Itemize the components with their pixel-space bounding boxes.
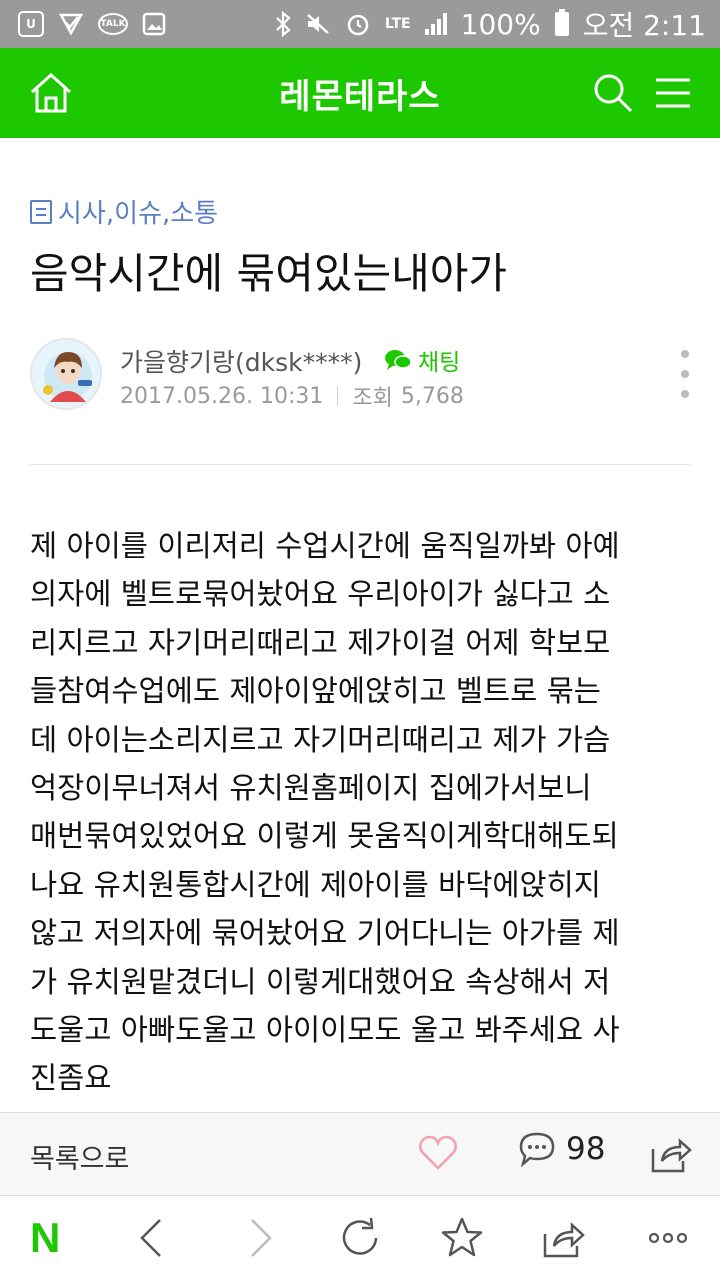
heart-icon[interactable] (418, 1135, 458, 1171)
system-status: LTE 100% 오전 2:11 (275, 4, 706, 44)
author-name[interactable]: 가을향기랑(dksk****) (120, 343, 362, 379)
body-line: 의자에 벨트로묶어놨어요 우리아이가 싫다고 소 (30, 577, 611, 612)
mute-icon (307, 14, 329, 34)
share-icon[interactable] (650, 1133, 692, 1175)
body-line: 가 유치원맡겼더니 이렇게대했어요 속상해서 저 (30, 964, 611, 999)
avatar[interactable] (30, 338, 102, 410)
body-line: 매번묶여있었어요 이렇게 못움직이게학대해도되 (30, 819, 619, 854)
header-divider (30, 464, 690, 465)
bluetooth-icon (276, 11, 291, 37)
meta-divider (337, 387, 339, 405)
post-meta: 2017.05.26. 10:31 조회 5,768 (120, 380, 464, 412)
more-options-icon[interactable] (676, 350, 694, 398)
board-icon (30, 199, 52, 224)
views-label: 조회 (352, 386, 393, 411)
comment-icon (519, 1132, 555, 1167)
chat-label: 채팅 (418, 350, 461, 376)
post-body: 제 아이를 이리저리 수업시간에 움직일까봐 아예 의자에 벨트로묶어놨어요 우… (30, 522, 690, 1103)
body-line: 나요 유치원통합시간에 제아이를 바닥에앉히지 (30, 867, 601, 902)
refresh-icon[interactable] (338, 1216, 382, 1260)
category-link[interactable]: 시사,이슈,소통 (30, 193, 218, 230)
home-icon[interactable] (28, 70, 74, 116)
body-line: 들참여수업에도 제아이앞에앉히고 벨트로 묶는 (30, 674, 601, 709)
bookmark-star-icon[interactable] (440, 1216, 484, 1260)
kakaotalk-icon: TALK (98, 13, 128, 35)
notification-icons: U TALK (18, 11, 166, 37)
status-bar: U TALK LTE 100% 오전 2:11 (0, 0, 720, 48)
body-line: 억장이무너져서 유치원홈페이지 집에가서보니 (30, 771, 592, 806)
search-icon[interactable] (592, 72, 634, 114)
clock: 오전 2:11 (582, 9, 706, 42)
body-line: 진좀요 (30, 1061, 112, 1096)
battery-percent: 100% (460, 7, 541, 41)
app-header: 레몬테라스 (0, 48, 720, 138)
naver-home-icon[interactable]: N (30, 1216, 74, 1260)
cafe-title[interactable]: 레몬테라스 (279, 69, 440, 118)
body-line: 데 아이는소리지르고 자기머리때리고 제가 가슴 (30, 722, 611, 757)
browser-share-icon[interactable] (542, 1216, 586, 1260)
forward-icon[interactable] (238, 1216, 282, 1260)
body-line: 않고 저의자에 묶어놨어요 기어다니는 아가를 제 (30, 916, 620, 951)
signal-icon (424, 13, 447, 35)
body-line: 도울고 아빠도울고 아이이모도 울고 봐주세요 사 (30, 1013, 620, 1048)
image-notification-icon (142, 12, 166, 36)
alarm-icon (347, 14, 369, 36)
comments-button[interactable]: 98 (518, 1131, 605, 1167)
battery-icon (554, 9, 569, 36)
chat-button[interactable]: 채팅 (384, 343, 460, 377)
body-line: 리지르고 자기머리때리고 제가이걸 어제 학보모 (30, 625, 611, 660)
app-notification-icon: U (18, 11, 44, 37)
body-line: 제 아이를 이리저리 수업시간에 움직일까봐 아예 (30, 529, 620, 563)
back-icon[interactable] (130, 1216, 174, 1260)
post-date: 2017.05.26. 10:31 (120, 383, 324, 409)
check-notification-icon (58, 13, 84, 36)
category-label: 시사,이슈,소통 (58, 199, 219, 229)
chat-icon (385, 350, 412, 370)
views-count: 5,768 (400, 383, 464, 409)
post-title: 음악시간에 묶여있는내아가 (30, 249, 508, 298)
avatar-image (32, 340, 100, 408)
comment-count: 98 (566, 1131, 606, 1167)
back-to-list-button[interactable]: 목록으로 (30, 1137, 129, 1176)
more-menu-icon[interactable] (646, 1216, 690, 1260)
network-type: LTE (384, 16, 411, 32)
browser-nav-bar: N (0, 1196, 720, 1280)
menu-icon[interactable] (654, 74, 692, 112)
post-action-bar: 목록으로 98 (0, 1112, 720, 1196)
